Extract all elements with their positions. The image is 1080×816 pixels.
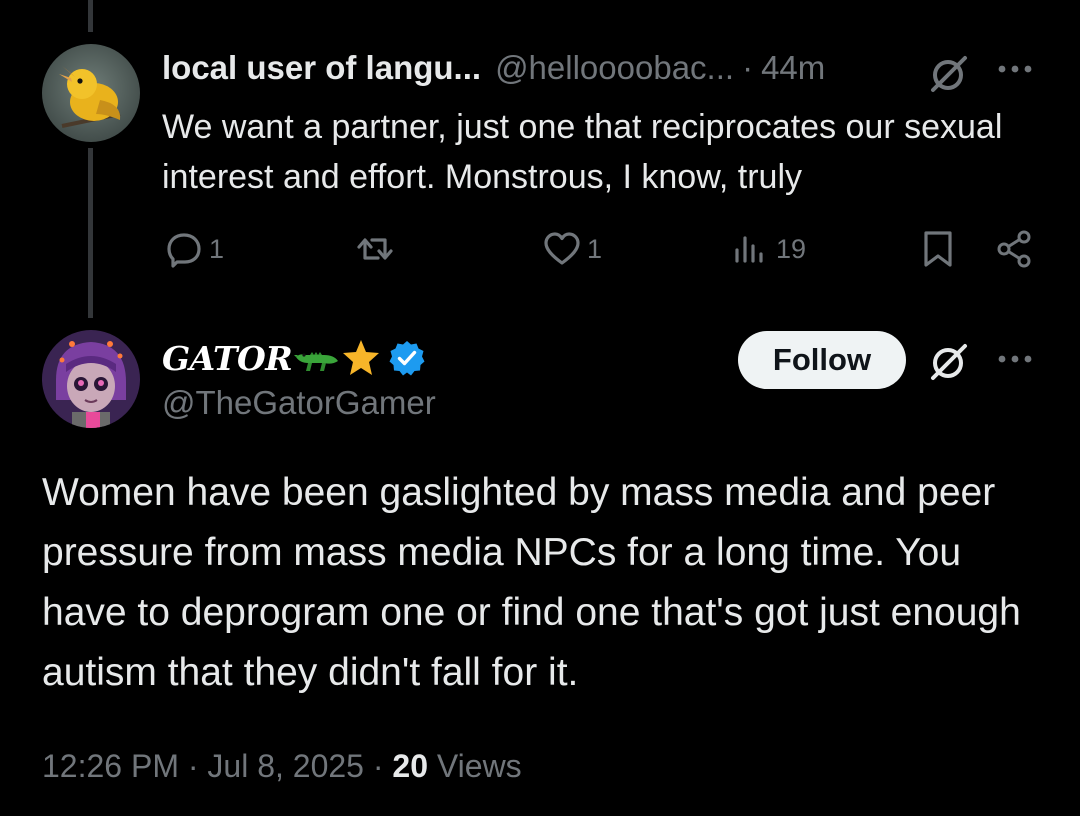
main-handle[interactable]: @TheGatorGamer [162, 384, 436, 422]
main-avatar[interactable] [42, 330, 140, 428]
reply-icon [167, 233, 201, 268]
tweet-views-label: Views [436, 748, 522, 784]
tweet-time[interactable]: 12:26 PM [42, 748, 179, 784]
reply-handle[interactable]: @helloooobac... [495, 49, 734, 87]
reply-button[interactable]: 1 [163, 226, 224, 272]
tweet-date[interactable]: Jul 8, 2025 [207, 748, 364, 784]
grok-icon[interactable] [929, 54, 969, 94]
like-count: 1 [587, 233, 603, 264]
star-emoji [343, 340, 380, 375]
more-options-icon[interactable] [996, 62, 1034, 76]
repost-button[interactable] [354, 226, 400, 272]
views-button[interactable]: 19 [730, 226, 806, 272]
verified-badge-icon[interactable] [388, 339, 426, 377]
repost-icon [357, 238, 393, 260]
separator-dot: · [187, 748, 199, 784]
separator-dot: · [742, 49, 754, 86]
bookmark-icon [924, 231, 952, 267]
reply-count: 1 [209, 233, 225, 264]
reply-avatar[interactable] [42, 44, 140, 142]
tweet-views-count[interactable]: 20 [392, 748, 428, 784]
heart-icon [544, 232, 580, 265]
more-options-icon[interactable] [996, 352, 1034, 366]
reply-display-name[interactable]: local user of langu... [162, 49, 481, 87]
main-tweet-text: Women have been gaslighted by mass media… [42, 471, 1021, 694]
bookmark-button[interactable] [917, 226, 959, 272]
separator-dot: · [372, 748, 384, 784]
views-analytics-icon [735, 236, 763, 263]
crocodile-emoji [294, 352, 339, 371]
thread-line-top [88, 0, 93, 32]
thread-line [88, 148, 93, 318]
share-button[interactable] [993, 226, 1035, 272]
like-button[interactable]: 1 [541, 226, 602, 272]
main-display-name[interactable]: GATOR [162, 339, 293, 378]
share-icon [997, 230, 1031, 268]
reply-text: We want a partner, just one that recipro… [162, 108, 1003, 196]
reply-header: local user of langu... @helloooobac... ·… [162, 46, 825, 90]
views-count: 19 [776, 233, 807, 264]
reply-time[interactable]: 44m [761, 49, 825, 87]
grok-icon[interactable] [929, 342, 969, 382]
follow-button[interactable]: Follow [738, 331, 906, 389]
tweet-metadata: 12:26 PM · Jul 8, 2025 · 20 Views [42, 748, 522, 785]
main-name-row: GATOR [162, 334, 426, 382]
